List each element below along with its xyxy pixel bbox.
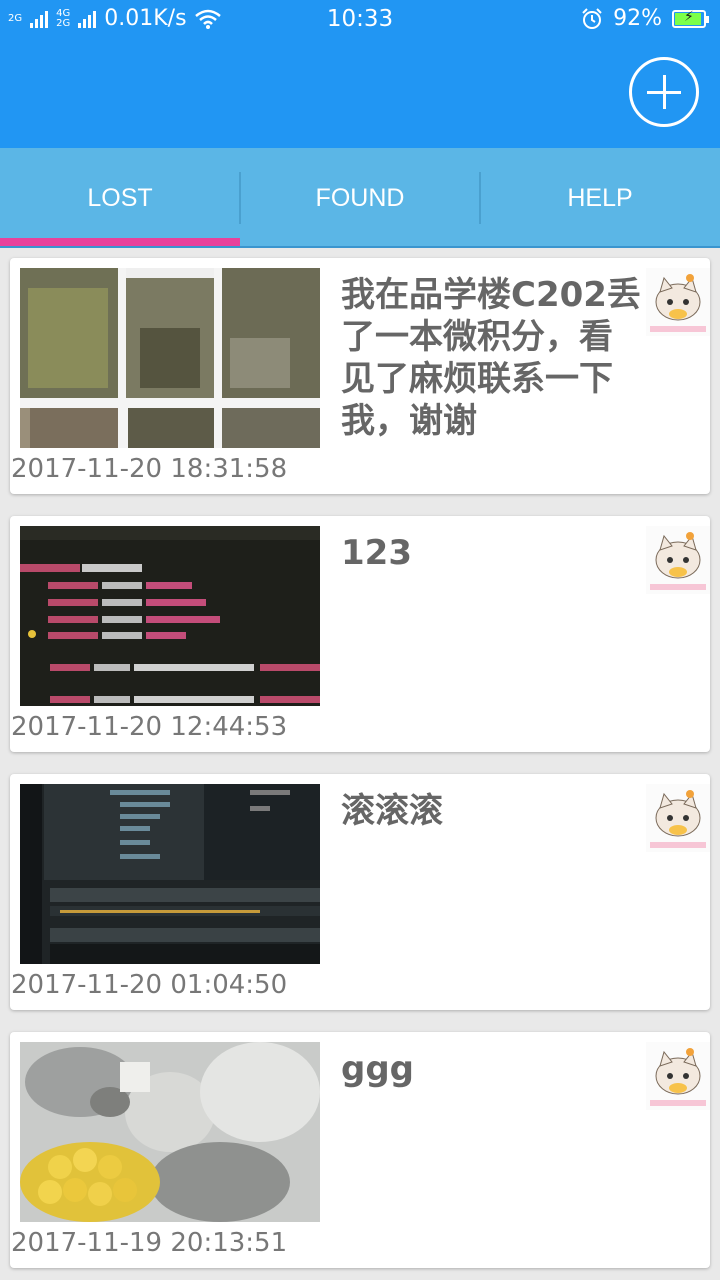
battery-percent: 92% — [613, 6, 662, 31]
alarm-icon — [582, 7, 602, 29]
list-item[interactable]: 滚滚滚 2017-11-20 01:04:50 — [10, 774, 710, 1010]
item-time: 2017-11-20 01:04:50 — [11, 970, 288, 1000]
add-button[interactable] — [629, 57, 699, 127]
cat-avatar-icon — [646, 1042, 710, 1110]
tab-help[interactable]: HELP — [480, 148, 720, 248]
item-image — [20, 526, 320, 706]
item-title: 滚滚滚 — [341, 791, 443, 831]
tab-bar-border — [0, 246, 720, 248]
tab-lost[interactable]: LOST — [0, 148, 240, 248]
cat-avatar-icon — [646, 526, 710, 594]
status-bar: 2G 4G 2G 0.01K/s 10:33 92% ⚡ — [0, 0, 720, 38]
app-bar: 2G 4G 2G 0.01K/s 10:33 92% ⚡ — [0, 0, 720, 148]
item-time: 2017-11-20 18:31:58 — [11, 454, 288, 484]
battery-icon: ⚡ — [672, 8, 709, 28]
cat-avatar-icon — [646, 784, 710, 852]
list-item[interactable]: 我在品学楼C202丢了一本微积分，看见了麻烦联系一下我，谢谢 2017-11-2… — [10, 258, 710, 494]
item-title: ggg — [341, 1049, 415, 1089]
item-title: 123 — [341, 533, 412, 573]
item-image — [20, 268, 320, 448]
item-image — [20, 784, 320, 964]
charging-icon: ⚡ — [684, 8, 694, 25]
item-time: 2017-11-20 12:44:53 — [11, 712, 288, 742]
list-item[interactable]: ggg 2017-11-19 20:13:51 — [10, 1032, 710, 1268]
tab-found[interactable]: FOUND — [240, 148, 480, 248]
item-image — [20, 1042, 320, 1222]
item-title: 我在品学楼C202丢了一本微积分，看见了麻烦联系一下我，谢谢 — [341, 275, 641, 441]
list-item[interactable]: 123 2017-11-20 12:44:53 — [10, 516, 710, 752]
tab-indicator — [0, 238, 240, 246]
item-time: 2017-11-19 20:13:51 — [11, 1228, 288, 1258]
cat-avatar-icon — [646, 268, 710, 336]
tab-bar: LOST FOUND HELP — [0, 148, 720, 248]
